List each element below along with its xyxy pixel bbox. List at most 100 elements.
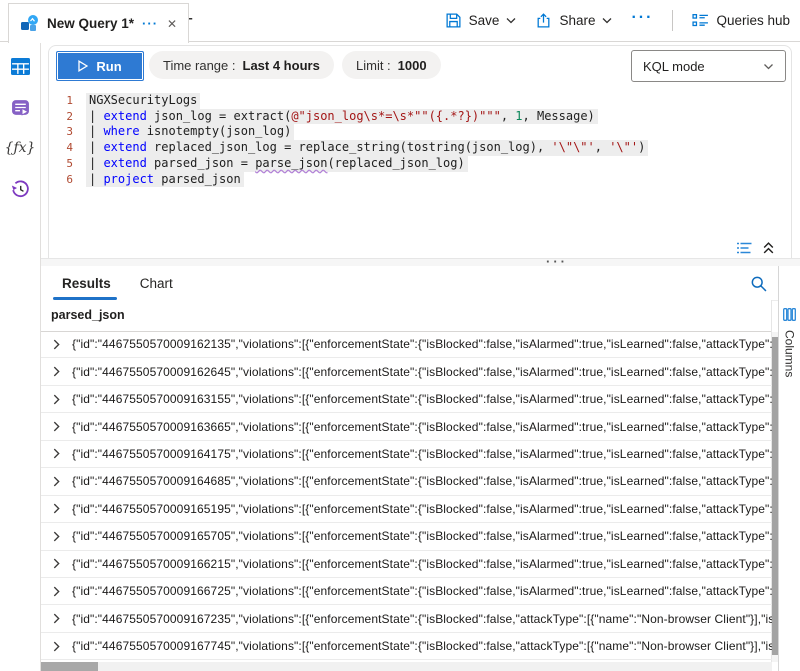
query-pane: Run Time range : Last 4 hours Limit : 10… [41, 41, 800, 258]
tab-close-icon[interactable]: ✕ [167, 18, 177, 30]
line-number: 5 [41, 156, 86, 172]
code-line[interactable]: 3| where isnotempty(json_log) [41, 124, 800, 140]
tab-more-button[interactable]: ··· [142, 17, 158, 30]
horizontal-scrollbar[interactable] [41, 662, 772, 671]
header-bar: New Query 1* ··· ✕ + Save Share [0, 0, 800, 42]
code-text: | where isnotempty(json_log) [86, 124, 294, 140]
row-json-text: {"id":"4467550570009163665","violations"… [72, 420, 772, 434]
table-row[interactable]: {"id":"4467550570009167235","violations"… [41, 605, 772, 632]
limit-value: 1000 [398, 58, 427, 73]
queries-hub-label: Queries hub [716, 13, 790, 28]
share-chevron-down-icon [602, 17, 612, 24]
expand-chevron-icon[interactable] [51, 448, 72, 459]
table-row[interactable]: {"id":"4467550570009162645","violations"… [41, 358, 772, 385]
columns-icon [783, 308, 796, 321]
table-row[interactable]: {"id":"4467550570009163155","violations"… [41, 386, 772, 413]
tables-nav-button[interactable] [7, 53, 33, 79]
query-document-icon [11, 98, 30, 117]
tab-results[interactable]: Results [62, 266, 111, 300]
run-label: Run [96, 59, 121, 74]
history-nav-button[interactable] [7, 176, 33, 202]
limit-picker[interactable]: Limit : 1000 [342, 51, 441, 79]
expand-chevron-icon[interactable] [51, 558, 72, 569]
share-button[interactable]: Share [535, 12, 612, 29]
queries-hub-button[interactable]: Queries hub [692, 13, 790, 28]
row-json-text: {"id":"4467550570009166215","violations"… [72, 557, 772, 571]
expand-chevron-icon[interactable] [51, 339, 72, 350]
code-editor[interactable]: 1NGXSecurityLogs2| extend json_log = ext… [41, 93, 800, 187]
play-icon [78, 60, 88, 72]
save-chevron-down-icon [506, 17, 516, 24]
table-icon [11, 58, 30, 75]
queries-hub-icon [692, 13, 709, 28]
columns-panel-label[interactable]: Columns [783, 330, 797, 377]
save-button[interactable]: Save [445, 12, 517, 29]
code-text: | project parsed_json [86, 172, 244, 188]
tab-title: New Query 1* [47, 16, 134, 31]
query-mode-select[interactable]: KQL mode [631, 50, 786, 82]
code-line[interactable]: 2| extend json_log = extract(@"json_log\… [41, 109, 800, 125]
expand-chevron-icon[interactable] [51, 476, 72, 487]
code-line[interactable]: 4| extend replaced_json_log = replace_st… [41, 140, 800, 156]
tab-chart[interactable]: Chart [140, 266, 173, 300]
code-text: | extend replaced_json_log = replace_str… [86, 140, 648, 156]
code-text: | extend json_log = extract(@"json_log\s… [86, 109, 598, 125]
header-actions: Save Share ··· Q [445, 0, 790, 40]
line-number: 2 [41, 109, 86, 125]
columns-side-panel[interactable]: Columns [778, 266, 800, 671]
code-text: | extend parsed_json = parse_json(replac… [86, 156, 468, 172]
share-icon [535, 12, 552, 29]
row-json-text: {"id":"4467550570009165195","violations"… [72, 502, 772, 516]
expand-chevron-icon[interactable] [51, 366, 72, 377]
code-line[interactable]: 5| extend parsed_json = parse_json(repla… [41, 156, 800, 172]
history-clock-icon [11, 180, 30, 199]
collapse-editor-icon[interactable] [762, 241, 775, 254]
table-row[interactable]: {"id":"4467550570009165705","violations"… [41, 523, 772, 550]
row-json-text: {"id":"4467550570009164685","violations"… [72, 474, 772, 488]
table-row[interactable]: {"id":"4467550570009162135","violations"… [41, 331, 772, 358]
expand-chevron-icon[interactable] [51, 641, 72, 652]
line-number: 4 [41, 140, 86, 156]
queries-nav-button[interactable] [7, 94, 33, 120]
functions-nav-button[interactable]: {ƒx} [7, 135, 33, 161]
query-tab[interactable]: New Query 1* ··· ✕ [8, 3, 189, 43]
expand-chevron-icon[interactable] [51, 586, 72, 597]
search-results-button[interactable] [750, 275, 767, 292]
table-row[interactable]: {"id":"4467550570009164685","violations"… [41, 468, 772, 495]
expand-chevron-icon[interactable] [51, 531, 72, 542]
format-query-icon[interactable] [736, 242, 752, 254]
query-mode-value: KQL mode [643, 59, 705, 74]
row-json-text: {"id":"4467550570009167235","violations"… [72, 612, 772, 626]
table-row[interactable]: {"id":"4467550570009163665","violations"… [41, 413, 772, 440]
expand-chevron-icon[interactable] [51, 394, 72, 405]
code-line[interactable]: 6| project parsed_json [41, 172, 800, 188]
table-row[interactable]: {"id":"4467550570009164175","violations"… [41, 441, 772, 468]
line-number: 3 [41, 124, 86, 140]
table-row[interactable]: {"id":"4467550570009166215","violations"… [41, 551, 772, 578]
row-json-text: {"id":"4467550570009162645","violations"… [72, 365, 772, 379]
share-label: Share [559, 13, 595, 28]
expand-chevron-icon[interactable] [51, 503, 72, 514]
save-icon [445, 12, 462, 29]
time-range-label: Time range : [163, 58, 236, 73]
more-actions-button[interactable]: ··· [631, 10, 653, 30]
row-json-text: {"id":"4467550570009164175","violations"… [72, 447, 772, 461]
left-rail: {ƒx} [0, 41, 41, 671]
time-range-picker[interactable]: Time range : Last 4 hours [149, 51, 334, 79]
expand-chevron-icon[interactable] [51, 421, 72, 432]
time-range-value: Last 4 hours [243, 58, 320, 73]
expand-chevron-icon[interactable] [51, 613, 72, 624]
row-json-text: {"id":"4467550570009167745","violations"… [72, 639, 772, 653]
table-row[interactable]: {"id":"4467550570009166725","violations"… [41, 578, 772, 605]
code-line[interactable]: 1NGXSecurityLogs [41, 93, 800, 109]
table-row[interactable]: {"id":"4467550570009165195","violations"… [41, 496, 772, 523]
adx-logo-icon [20, 14, 39, 33]
table-row[interactable]: {"id":"4467550570009167745","violations"… [41, 633, 772, 660]
search-icon [750, 275, 767, 292]
limit-label: Limit : [356, 58, 391, 73]
column-header-parsed-json[interactable]: parsed_json [41, 300, 772, 332]
horizontal-scrollbar-thumb[interactable] [41, 662, 98, 671]
line-number: 1 [41, 93, 86, 109]
run-button[interactable]: Run [56, 51, 144, 81]
results-tabbar: Results Chart [41, 266, 779, 301]
